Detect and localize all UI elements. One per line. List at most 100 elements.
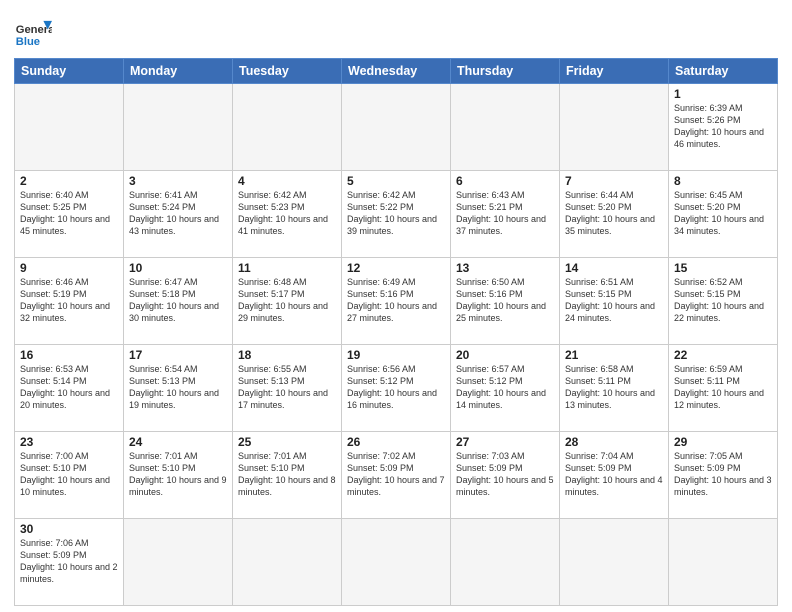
- day-number: 20: [456, 348, 554, 362]
- day-info: Sunrise: 7:02 AM Sunset: 5:09 PM Dayligh…: [347, 450, 445, 499]
- day-info: Sunrise: 6:42 AM Sunset: 5:23 PM Dayligh…: [238, 189, 336, 238]
- day-info: Sunrise: 7:06 AM Sunset: 5:09 PM Dayligh…: [20, 537, 118, 586]
- week-row-0: 1Sunrise: 6:39 AM Sunset: 5:26 PM Daylig…: [15, 84, 778, 171]
- calendar-cell: [342, 519, 451, 606]
- day-info: Sunrise: 6:53 AM Sunset: 5:14 PM Dayligh…: [20, 363, 118, 412]
- day-info: Sunrise: 7:04 AM Sunset: 5:09 PM Dayligh…: [565, 450, 663, 499]
- calendar-cell: 7Sunrise: 6:44 AM Sunset: 5:20 PM Daylig…: [560, 171, 669, 258]
- day-number: 2: [20, 174, 118, 188]
- day-number: 28: [565, 435, 663, 449]
- day-info: Sunrise: 6:52 AM Sunset: 5:15 PM Dayligh…: [674, 276, 772, 325]
- day-info: Sunrise: 6:48 AM Sunset: 5:17 PM Dayligh…: [238, 276, 336, 325]
- calendar-cell: 13Sunrise: 6:50 AM Sunset: 5:16 PM Dayli…: [451, 258, 560, 345]
- day-info: Sunrise: 6:47 AM Sunset: 5:18 PM Dayligh…: [129, 276, 227, 325]
- day-info: Sunrise: 6:40 AM Sunset: 5:25 PM Dayligh…: [20, 189, 118, 238]
- day-number: 24: [129, 435, 227, 449]
- day-number: 5: [347, 174, 445, 188]
- day-number: 16: [20, 348, 118, 362]
- weekday-header-tuesday: Tuesday: [233, 59, 342, 84]
- day-info: Sunrise: 7:03 AM Sunset: 5:09 PM Dayligh…: [456, 450, 554, 499]
- calendar-cell: 11Sunrise: 6:48 AM Sunset: 5:17 PM Dayli…: [233, 258, 342, 345]
- day-number: 12: [347, 261, 445, 275]
- calendar-cell: 25Sunrise: 7:01 AM Sunset: 5:10 PM Dayli…: [233, 432, 342, 519]
- day-info: Sunrise: 6:39 AM Sunset: 5:26 PM Dayligh…: [674, 102, 772, 151]
- calendar-cell: 17Sunrise: 6:54 AM Sunset: 5:13 PM Dayli…: [124, 345, 233, 432]
- day-number: 17: [129, 348, 227, 362]
- calendar-cell: 16Sunrise: 6:53 AM Sunset: 5:14 PM Dayli…: [15, 345, 124, 432]
- calendar-cell: [124, 84, 233, 171]
- generalblue-logo-icon: General Blue: [14, 14, 52, 52]
- weekday-header-row: SundayMondayTuesdayWednesdayThursdayFrid…: [15, 59, 778, 84]
- day-info: Sunrise: 7:01 AM Sunset: 5:10 PM Dayligh…: [129, 450, 227, 499]
- calendar-cell: 18Sunrise: 6:55 AM Sunset: 5:13 PM Dayli…: [233, 345, 342, 432]
- calendar-cell: 28Sunrise: 7:04 AM Sunset: 5:09 PM Dayli…: [560, 432, 669, 519]
- day-number: 19: [347, 348, 445, 362]
- calendar-cell: 23Sunrise: 7:00 AM Sunset: 5:10 PM Dayli…: [15, 432, 124, 519]
- page: General Blue SundayMondayTuesdayWednesda…: [0, 0, 792, 612]
- calendar-cell: [15, 84, 124, 171]
- day-number: 21: [565, 348, 663, 362]
- day-number: 25: [238, 435, 336, 449]
- day-info: Sunrise: 7:05 AM Sunset: 5:09 PM Dayligh…: [674, 450, 772, 499]
- calendar-cell: 9Sunrise: 6:46 AM Sunset: 5:19 PM Daylig…: [15, 258, 124, 345]
- header: General Blue: [14, 10, 778, 52]
- day-info: Sunrise: 6:44 AM Sunset: 5:20 PM Dayligh…: [565, 189, 663, 238]
- calendar-cell: 4Sunrise: 6:42 AM Sunset: 5:23 PM Daylig…: [233, 171, 342, 258]
- calendar-cell: [451, 84, 560, 171]
- calendar-cell: 12Sunrise: 6:49 AM Sunset: 5:16 PM Dayli…: [342, 258, 451, 345]
- day-info: Sunrise: 6:46 AM Sunset: 5:19 PM Dayligh…: [20, 276, 118, 325]
- day-info: Sunrise: 6:49 AM Sunset: 5:16 PM Dayligh…: [347, 276, 445, 325]
- calendar-cell: [560, 519, 669, 606]
- calendar-cell: 1Sunrise: 6:39 AM Sunset: 5:26 PM Daylig…: [669, 84, 778, 171]
- day-number: 6: [456, 174, 554, 188]
- day-number: 7: [565, 174, 663, 188]
- calendar-cell: 24Sunrise: 7:01 AM Sunset: 5:10 PM Dayli…: [124, 432, 233, 519]
- day-number: 4: [238, 174, 336, 188]
- day-info: Sunrise: 7:00 AM Sunset: 5:10 PM Dayligh…: [20, 450, 118, 499]
- calendar-cell: 8Sunrise: 6:45 AM Sunset: 5:20 PM Daylig…: [669, 171, 778, 258]
- week-row-3: 16Sunrise: 6:53 AM Sunset: 5:14 PM Dayli…: [15, 345, 778, 432]
- calendar-cell: [124, 519, 233, 606]
- calendar-cell: 2Sunrise: 6:40 AM Sunset: 5:25 PM Daylig…: [15, 171, 124, 258]
- week-row-1: 2Sunrise: 6:40 AM Sunset: 5:25 PM Daylig…: [15, 171, 778, 258]
- weekday-header-friday: Friday: [560, 59, 669, 84]
- day-number: 18: [238, 348, 336, 362]
- day-number: 11: [238, 261, 336, 275]
- calendar-cell: [451, 519, 560, 606]
- calendar-cell: 20Sunrise: 6:57 AM Sunset: 5:12 PM Dayli…: [451, 345, 560, 432]
- day-number: 3: [129, 174, 227, 188]
- calendar-cell: 14Sunrise: 6:51 AM Sunset: 5:15 PM Dayli…: [560, 258, 669, 345]
- calendar-table: SundayMondayTuesdayWednesdayThursdayFrid…: [14, 58, 778, 606]
- calendar-cell: 29Sunrise: 7:05 AM Sunset: 5:09 PM Dayli…: [669, 432, 778, 519]
- day-number: 22: [674, 348, 772, 362]
- day-number: 29: [674, 435, 772, 449]
- calendar-cell: 27Sunrise: 7:03 AM Sunset: 5:09 PM Dayli…: [451, 432, 560, 519]
- calendar-cell: 6Sunrise: 6:43 AM Sunset: 5:21 PM Daylig…: [451, 171, 560, 258]
- calendar-cell: 30Sunrise: 7:06 AM Sunset: 5:09 PM Dayli…: [15, 519, 124, 606]
- day-info: Sunrise: 6:51 AM Sunset: 5:15 PM Dayligh…: [565, 276, 663, 325]
- day-info: Sunrise: 7:01 AM Sunset: 5:10 PM Dayligh…: [238, 450, 336, 499]
- logo: General Blue: [14, 14, 52, 52]
- day-number: 14: [565, 261, 663, 275]
- day-number: 23: [20, 435, 118, 449]
- day-info: Sunrise: 6:45 AM Sunset: 5:20 PM Dayligh…: [674, 189, 772, 238]
- week-row-5: 30Sunrise: 7:06 AM Sunset: 5:09 PM Dayli…: [15, 519, 778, 606]
- calendar-cell: 26Sunrise: 7:02 AM Sunset: 5:09 PM Dayli…: [342, 432, 451, 519]
- day-info: Sunrise: 6:57 AM Sunset: 5:12 PM Dayligh…: [456, 363, 554, 412]
- calendar-cell: 21Sunrise: 6:58 AM Sunset: 5:11 PM Dayli…: [560, 345, 669, 432]
- calendar-cell: 15Sunrise: 6:52 AM Sunset: 5:15 PM Dayli…: [669, 258, 778, 345]
- day-number: 30: [20, 522, 118, 536]
- svg-text:Blue: Blue: [16, 36, 40, 48]
- day-info: Sunrise: 6:58 AM Sunset: 5:11 PM Dayligh…: [565, 363, 663, 412]
- calendar-cell: 22Sunrise: 6:59 AM Sunset: 5:11 PM Dayli…: [669, 345, 778, 432]
- week-row-4: 23Sunrise: 7:00 AM Sunset: 5:10 PM Dayli…: [15, 432, 778, 519]
- day-number: 27: [456, 435, 554, 449]
- day-info: Sunrise: 6:41 AM Sunset: 5:24 PM Dayligh…: [129, 189, 227, 238]
- day-number: 8: [674, 174, 772, 188]
- day-info: Sunrise: 6:50 AM Sunset: 5:16 PM Dayligh…: [456, 276, 554, 325]
- calendar-cell: [669, 519, 778, 606]
- day-info: Sunrise: 6:42 AM Sunset: 5:22 PM Dayligh…: [347, 189, 445, 238]
- day-number: 15: [674, 261, 772, 275]
- day-info: Sunrise: 6:56 AM Sunset: 5:12 PM Dayligh…: [347, 363, 445, 412]
- weekday-header-wednesday: Wednesday: [342, 59, 451, 84]
